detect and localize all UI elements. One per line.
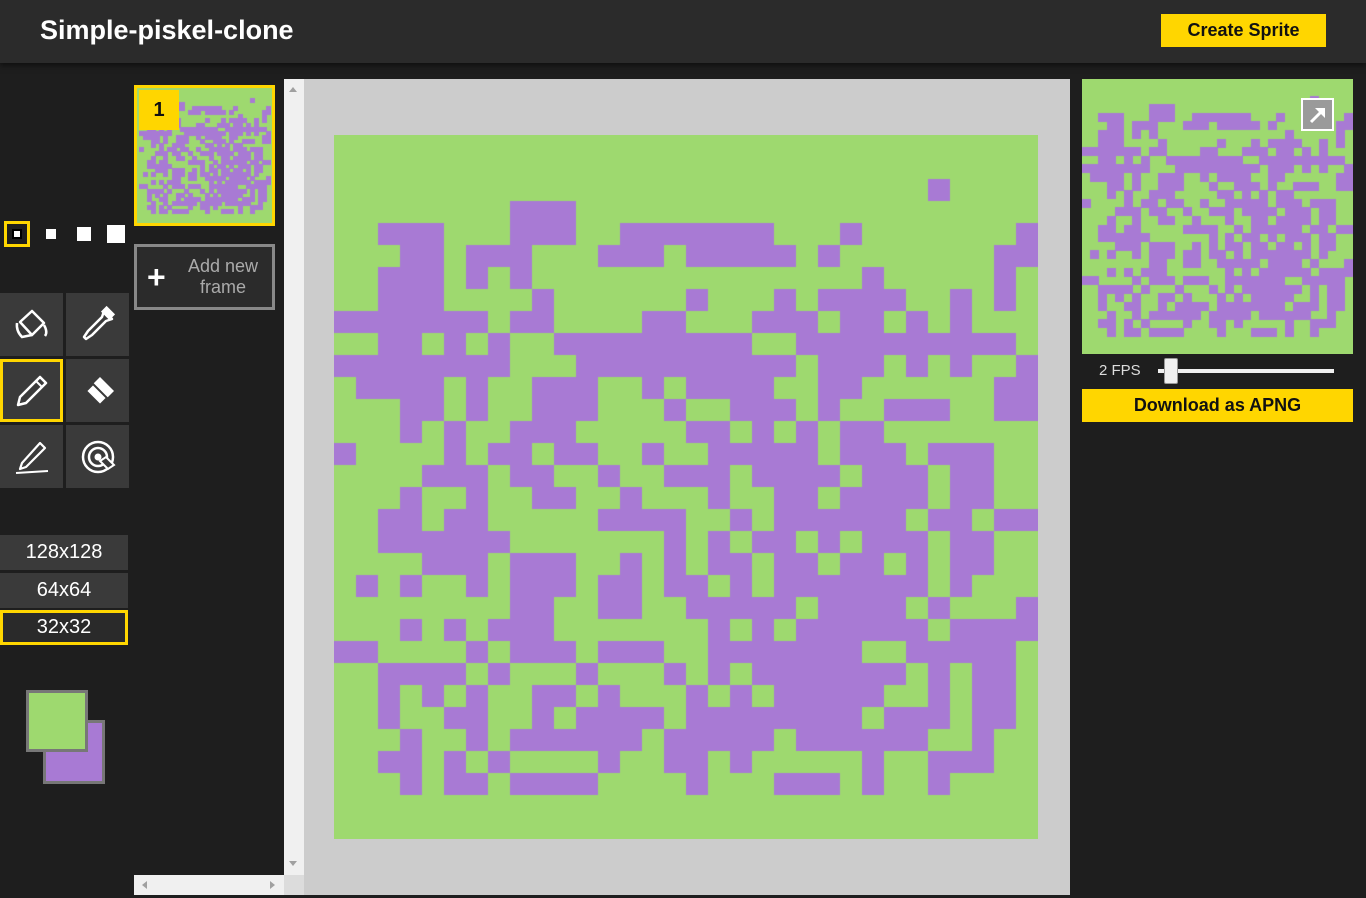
resolution-32-button[interactable]: 32x32 [0,610,128,645]
scroll-down-icon[interactable] [289,861,297,866]
drawing-canvas[interactable] [334,135,1038,839]
app-title: Simple-piskel-clone [40,15,294,45]
eraser-icon [84,376,114,406]
add-frame-label: Add new frame [187,256,259,297]
stroke-pen-icon [15,441,48,474]
paint-bucket-icon [15,309,48,338]
create-sprite-button[interactable]: Create Sprite [1161,14,1326,47]
resolution-64-button[interactable]: 64x64 [0,573,128,608]
scroll-up-icon[interactable] [289,87,297,92]
scroll-right-icon[interactable] [270,881,275,889]
color-picker-tool[interactable] [66,293,129,356]
pen-tool[interactable] [0,359,63,422]
expand-arrow-icon [1309,107,1325,123]
pen-size-4[interactable] [103,221,129,247]
pen-size-1[interactable] [4,221,30,247]
download-apng-button[interactable]: Download as APNG [1082,389,1353,422]
scroll-left-icon[interactable] [142,881,147,889]
fullscreen-preview-button[interactable] [1301,98,1334,131]
pixel-target-icon [81,440,116,473]
frame-index-badge: 1 [139,90,179,130]
frames-vertical-scrollbar[interactable] [284,79,304,875]
primary-color-swatch[interactable] [26,690,88,752]
app-header: Simple-piskel-clone Create Sprite [0,0,1366,63]
pen-size-2[interactable] [38,221,64,247]
stroke-tool[interactable] [0,425,63,488]
fps-slider-thumb[interactable] [1164,358,1178,384]
frames-horizontal-scrollbar[interactable] [134,875,284,895]
eraser-tool[interactable] [66,359,129,422]
resolution-128-button[interactable]: 128x128 [0,535,128,570]
add-frame-button[interactable]: + Add new frame [134,244,275,310]
scrollbar-corner [284,875,304,895]
same-color-fill-tool[interactable] [66,425,129,488]
paint-bucket-tool[interactable] [0,293,63,356]
fps-label: 2 FPS [1099,362,1141,379]
fps-slider-track[interactable] [1158,369,1334,373]
pencil-icon [16,375,47,406]
eyedropper-icon [82,305,115,340]
plus-icon: + [147,259,166,295]
frame-thumbnail[interactable]: 1 [134,85,275,226]
pen-size-3[interactable] [71,221,97,247]
